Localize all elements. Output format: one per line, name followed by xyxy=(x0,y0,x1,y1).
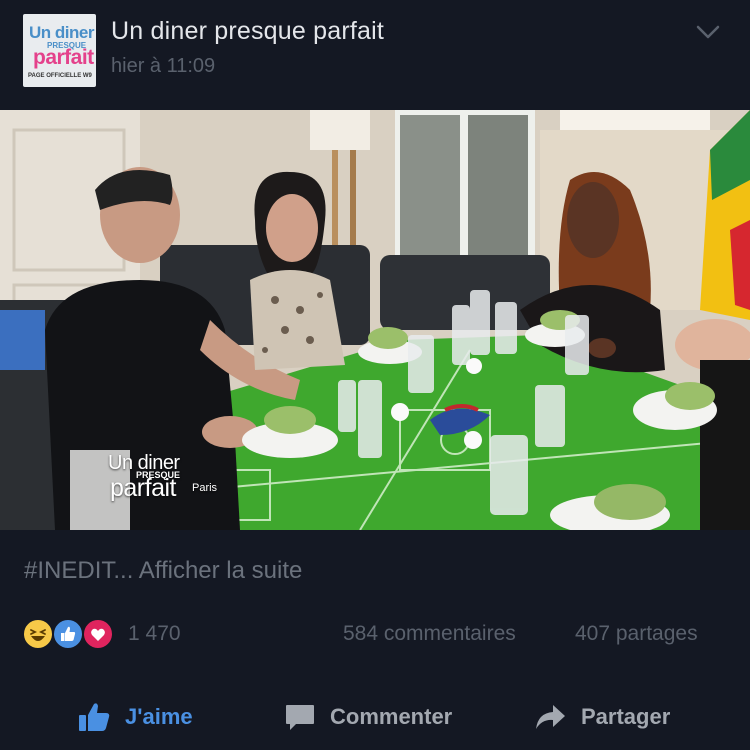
shares-count-link[interactable]: 407 partages xyxy=(575,622,698,646)
page-avatar[interactable]: Un diner PRESQUE parfait PAGE OFFICIELLE… xyxy=(23,14,96,87)
haha-icon xyxy=(22,618,54,650)
thumbs-up-icon xyxy=(79,703,110,731)
like-button[interactable]: J'aime xyxy=(77,697,193,737)
watermark-city: Paris xyxy=(192,482,218,494)
reaction-icons[interactable] xyxy=(22,618,142,650)
like-icon xyxy=(52,618,84,650)
comment-button[interactable]: Commenter xyxy=(284,697,452,737)
share-label: Partager xyxy=(581,704,671,729)
post-header: Un diner PRESQUE parfait PAGE OFFICIELLE… xyxy=(0,0,750,110)
comments-count-link[interactable]: 584 commentaires xyxy=(343,622,516,646)
page-name-link[interactable]: Un diner presque parfait xyxy=(111,17,384,46)
post-caption[interactable]: #INEDIT... Afficher la suite xyxy=(24,557,302,585)
comment-label: Commenter xyxy=(330,704,453,729)
logo-text-line4: PAGE OFFICIELLE W9 xyxy=(28,73,92,79)
watermark-line3: parfait xyxy=(110,474,176,502)
logo-text-line1: Un diner xyxy=(29,23,94,42)
share-arrow-icon xyxy=(536,705,565,729)
like-label: J'aime xyxy=(125,704,193,729)
logo-text-line3: parfait xyxy=(33,46,94,69)
love-icon xyxy=(82,618,114,650)
post-timestamp[interactable]: hier à 11:09 xyxy=(111,55,215,78)
comment-bubble-icon xyxy=(286,705,314,730)
reaction-count[interactable]: 1 470 xyxy=(128,622,181,646)
chevron-down-icon[interactable] xyxy=(696,24,720,40)
share-button[interactable]: Partager xyxy=(533,697,670,737)
